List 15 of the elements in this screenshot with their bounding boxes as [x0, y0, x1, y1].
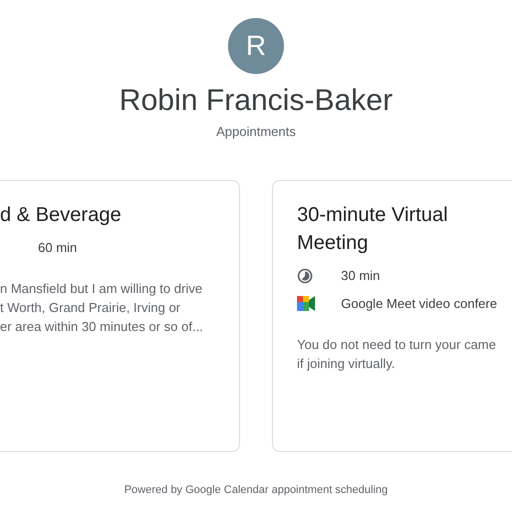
appointment-card[interactable]: 30-minute Virtual Meeting 30 min Google Meet video confere You do not need to turn your came if joining virtually.: [272, 180, 512, 452]
description: n Mansfield but I am willing to drive t Worth, Grand Prairie, Irving or er area within 30 minutes or so of...: [0, 280, 204, 336]
description: You do not need to turn your came if joining virtually.: [297, 336, 497, 372]
video-camera-icon: [297, 296, 315, 311]
avatar: R: [228, 18, 284, 74]
detail-text: 60 min: [38, 238, 78, 257]
appointment-title: d & Beverage: [0, 202, 122, 228]
detail-text: Google Meet video confere: [341, 294, 498, 313]
clock-icon: [297, 268, 313, 284]
detail-text: 30 min: [341, 266, 380, 285]
appointment-card[interactable]: d & Beverage 60 min n Mansfield but I am willing to drive t Worth, Grand Prairie, Irving or er area within 30 minutes or so of...: [0, 180, 240, 452]
profile-name: Robin Francis-Baker: [119, 83, 393, 119]
appointment-title: 30-minute Virtual Meeting: [297, 202, 449, 256]
footer-text: Powered by Google Calendar appointment scheduling: [124, 482, 388, 498]
page-subtitle: Appointments: [216, 123, 296, 141]
